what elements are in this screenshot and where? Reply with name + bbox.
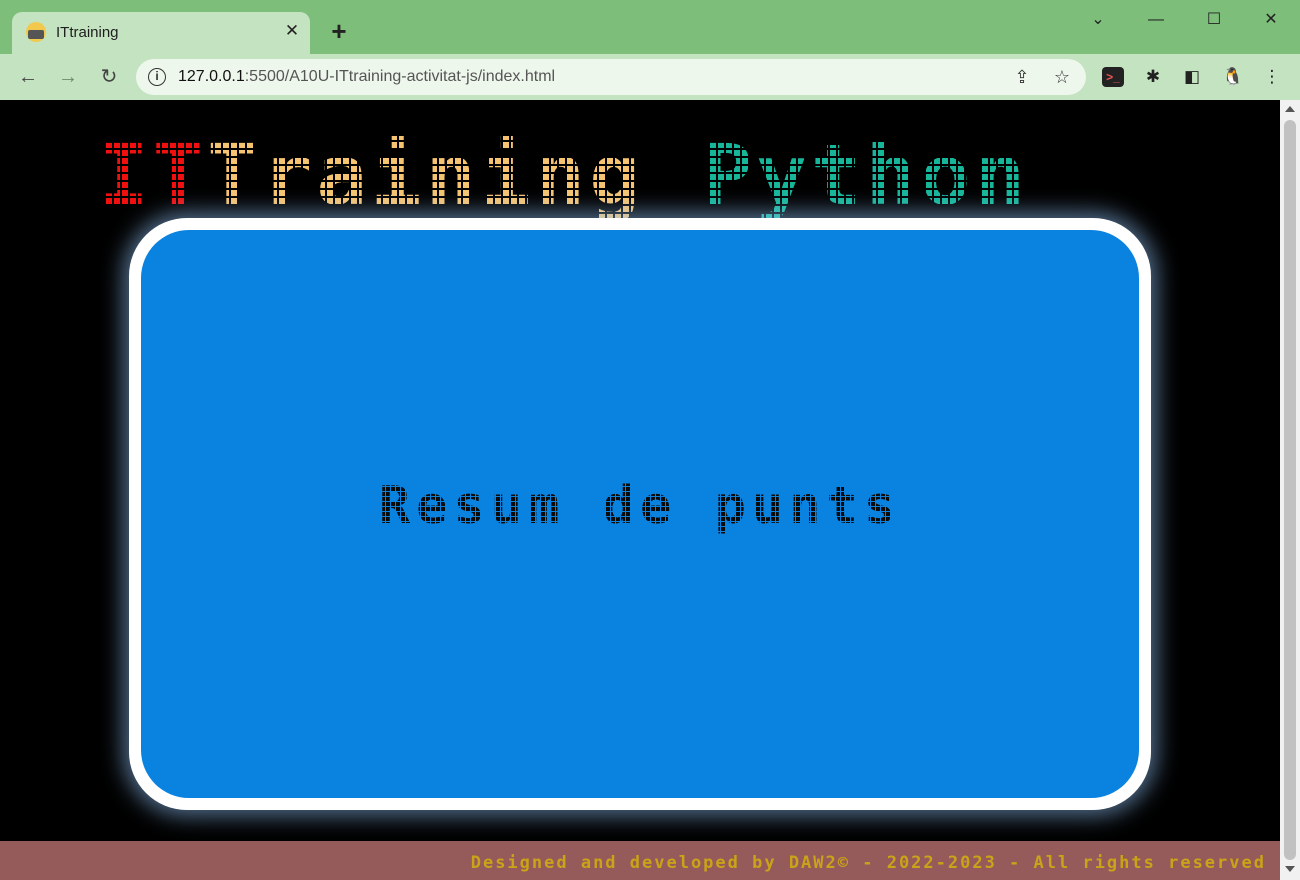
share-icon[interactable]: ⇪ [1010, 65, 1034, 89]
score-summary-panel: Resum de punts [141, 230, 1139, 798]
new-tab-button[interactable]: + [326, 18, 352, 44]
terminal-extension-icon[interactable]: >_ [1102, 67, 1124, 87]
maximize-button[interactable]: ☐ [1194, 6, 1234, 34]
scroll-down-arrow-icon[interactable] [1285, 866, 1295, 872]
browser-chrome: ITtraining ✕ + ⌄ — ☐ ✕ ← → ↻ i 127.0.0.1… [0, 0, 1300, 100]
close-tab-icon[interactable]: ✕ [282, 21, 302, 41]
site-logo: ITTraining Python [98, 130, 1178, 220]
logo-it: IT [98, 126, 208, 224]
close-window-button[interactable]: ✕ [1251, 6, 1291, 34]
minimize-button[interactable]: — [1136, 6, 1176, 34]
page-viewport: ITTraining Python Resum de punts Designed… [0, 100, 1280, 880]
tab-title: ITtraining [56, 24, 119, 41]
url-text[interactable]: 127.0.0.1:5500/A10U-ITtraining-activitat… [178, 68, 555, 86]
favicon-icon [26, 22, 46, 42]
scroll-up-arrow-icon[interactable] [1285, 106, 1295, 112]
vertical-scrollbar[interactable] [1280, 100, 1300, 880]
site-info-icon[interactable]: i [148, 68, 166, 86]
reload-button[interactable]: ↻ [94, 62, 124, 92]
url-host: 127.0.0.1 [178, 68, 245, 85]
logo-python: Python [701, 126, 1030, 224]
tab-strip: ITtraining ✕ + ⌄ — ☐ ✕ [0, 0, 1300, 54]
tab-search-icon[interactable]: ⌄ [1078, 6, 1118, 34]
bookmark-star-icon[interactable]: ☆ [1050, 65, 1074, 89]
logo-training: Training [207, 126, 644, 224]
browser-menu-icon[interactable]: ⋮ [1260, 65, 1284, 89]
footer-text: Designed and developed by DAW2© - 2022-2… [470, 853, 1266, 873]
browser-toolbar: ← → ↻ i 127.0.0.1:5500/A10U-ITtraining-a… [0, 54, 1300, 100]
side-panel-icon[interactable]: ◧ [1180, 65, 1204, 89]
tab-ittraining[interactable]: ITtraining ✕ [12, 12, 310, 54]
profile-avatar-icon[interactable]: 🐧 [1221, 65, 1245, 89]
scrollbar-thumb[interactable] [1284, 120, 1296, 860]
url-path: :5500/A10U-ITtraining-activitat-js/index… [244, 68, 556, 85]
card-title: Resum de punts [378, 476, 902, 536]
page-footer: Designed and developed by DAW2© - 2022-2… [0, 841, 1280, 880]
back-button[interactable]: ← [13, 62, 43, 92]
forward-button[interactable]: → [53, 62, 83, 92]
score-summary-card: Resum de punts [129, 218, 1151, 810]
address-bar[interactable]: i 127.0.0.1:5500/A10U-ITtraining-activit… [136, 59, 1086, 95]
extensions-puzzle-icon[interactable]: ✱ [1141, 65, 1165, 89]
